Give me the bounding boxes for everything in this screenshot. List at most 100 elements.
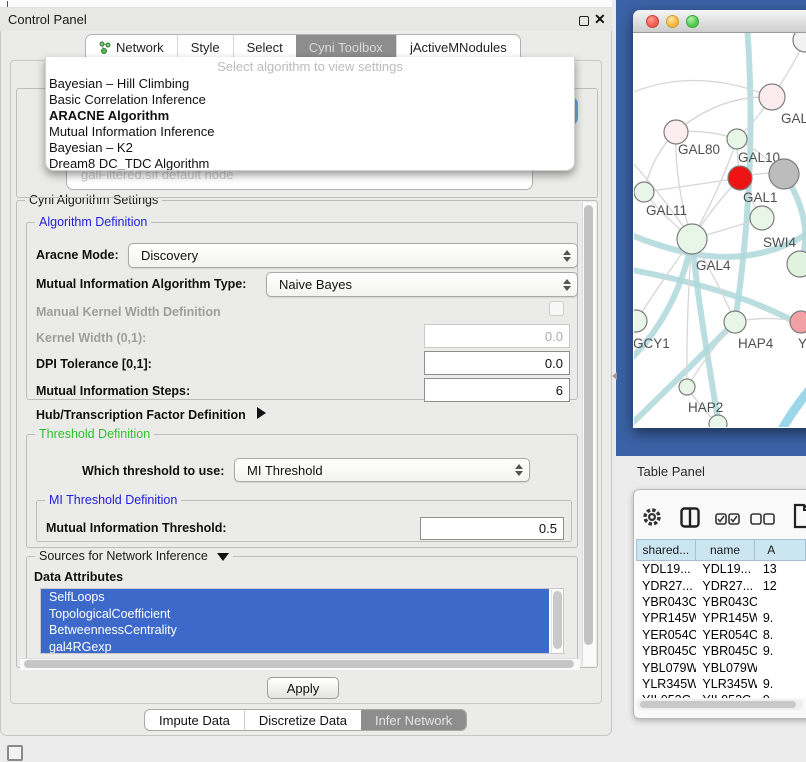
deselect-all-icon[interactable] <box>750 513 776 526</box>
table-row[interactable]: YER054CYER054C8. <box>636 627 806 643</box>
zoom-traffic-light[interactable] <box>686 15 699 28</box>
tab-impute-data[interactable]: Impute Data <box>145 710 244 730</box>
attributes-scrollbar-thumb[interactable] <box>553 591 562 649</box>
algorithm-option[interactable]: ARACNE Algorithm <box>46 108 574 124</box>
network-node[interactable] <box>634 182 654 202</box>
attribute-list-item[interactable]: SelfLoops <box>41 589 549 606</box>
tab-cyni-toolbox[interactable]: Cyni Toolbox <box>296 35 396 59</box>
tab-jactivemnodules[interactable]: jActiveMNodules <box>396 35 520 59</box>
table-row[interactable]: YPR145WYPR145W9. <box>636 610 806 626</box>
network-edge[interactable] <box>780 365 806 427</box>
close-icon[interactable]: ✕ <box>594 11 606 28</box>
node-label: GCY1 <box>634 336 670 351</box>
mi-threshold-label: Mutual Information Threshold: <box>46 521 227 535</box>
network-node[interactable] <box>709 415 727 427</box>
network-node[interactable] <box>790 311 806 333</box>
sources-collapse-toggle[interactable]: Sources for Network Inference <box>35 549 233 563</box>
mi-threshold-field[interactable]: 0.5 <box>420 517 564 540</box>
table-cell: YLR345W <box>636 677 696 691</box>
network-node[interactable] <box>787 251 806 277</box>
network-node[interactable] <box>759 84 785 110</box>
network-node[interactable] <box>727 129 747 149</box>
tab-select-label: Select <box>247 40 283 55</box>
network-node[interactable] <box>664 120 688 144</box>
column-view-icon[interactable] <box>680 507 700 528</box>
algorithm-option[interactable]: Basic Correlation Inference <box>46 92 574 108</box>
gear-icon[interactable] <box>641 506 663 528</box>
settings-hscrollbar-thumb[interactable] <box>24 660 574 668</box>
table-row[interactable]: YBR045CYBR045C9. <box>636 643 806 659</box>
table-cell: 9. <box>757 677 806 691</box>
algorithm-definition-title: Algorithm Definition <box>35 215 151 229</box>
settings-vscrollbar-thumb[interactable] <box>584 205 593 645</box>
algorithm-option-list: Bayesian – Hill ClimbingBasic Correlatio… <box>46 76 574 171</box>
attribute-list-item[interactable]: gal4RGexp <box>41 639 549 655</box>
network-node[interactable] <box>677 224 707 254</box>
tab-infer-network[interactable]: Infer Network <box>361 710 466 730</box>
manual-kernel-label: Manual Kernel Width Definition <box>36 305 221 319</box>
splitter-collapse-icon[interactable] <box>612 372 617 380</box>
tab-discretize-data[interactable]: Discretize Data <box>244 710 361 730</box>
select-all-icon[interactable] <box>715 513 741 526</box>
apply-button[interactable]: Apply <box>267 677 339 699</box>
kernel-width-value: 0.0 <box>545 329 563 344</box>
mi-type-value: Naive Bayes <box>279 277 352 292</box>
hub-definition-expander[interactable]: Hub/Transcription Factor Definition <box>36 407 266 422</box>
kernel-width-label: Kernel Width (0,1): <box>36 331 146 345</box>
tab-network[interactable]: Network <box>86 35 177 59</box>
network-node[interactable] <box>769 159 799 189</box>
kernel-width-field[interactable]: 0.0 <box>424 324 570 348</box>
file-icon[interactable] <box>793 503 806 529</box>
network-edge[interactable] <box>644 178 740 192</box>
node-label: GAL4 <box>696 258 731 273</box>
tab-network-label: Network <box>116 40 164 55</box>
mi-steps-value: 6 <box>556 383 563 398</box>
column-header-name[interactable]: name <box>696 539 756 561</box>
aracne-mode-combobox[interactable]: Discovery <box>128 243 578 268</box>
algorithm-option[interactable]: Dream8 DC_TDC Algorithm <box>46 156 574 171</box>
network-canvas[interactable]: GAL7GAL80GAL10GAL1GAL11GAL4SWI4GCY1HAP4Y… <box>634 33 806 427</box>
attribute-list-item[interactable]: BetweennessCentrality <box>41 622 549 639</box>
mi-steps-field[interactable]: 6 <box>424 378 570 402</box>
close-traffic-light[interactable] <box>646 15 659 28</box>
dpi-tolerance-field[interactable]: 0.0 <box>424 351 570 375</box>
attribute-list-item[interactable]: TopologicalCoefficient <box>41 606 549 623</box>
algorithm-option[interactable]: Bayesian – K2 <box>46 140 574 156</box>
spinner-arrows-icon <box>515 464 523 476</box>
sources-title: Sources for Network Inference <box>39 549 208 563</box>
tab-style[interactable]: Style <box>177 35 233 59</box>
mi-type-combobox[interactable]: Naive Bayes <box>266 272 578 297</box>
table-row[interactable]: YBL079WYBL079W <box>636 659 806 675</box>
network-node[interactable] <box>728 166 752 190</box>
column-header-shared-name[interactable]: shared... <box>636 539 696 561</box>
table-row[interactable]: YDR27...YDR27...12 <box>636 577 806 593</box>
minimize-traffic-light[interactable] <box>666 15 679 28</box>
algorithm-option[interactable]: Mutual Information Inference <box>46 124 574 140</box>
spinner-arrows-icon <box>563 279 571 291</box>
network-node[interactable] <box>679 379 695 395</box>
table-hscrollbar-thumb[interactable] <box>640 701 796 708</box>
table-row[interactable]: YIL052CYIL052C9 <box>636 692 806 698</box>
network-node[interactable] <box>724 311 746 333</box>
table-row[interactable]: YBR043CYBR043C <box>636 594 806 610</box>
network-icon <box>99 41 111 54</box>
network-edge[interactable] <box>676 97 772 132</box>
column-header-partial[interactable]: A <box>755 539 806 561</box>
table-row[interactable]: YLR345WYLR345W9. <box>636 676 806 692</box>
threshold-definition-title: Threshold Definition <box>35 427 154 441</box>
network-node[interactable] <box>634 310 647 332</box>
spinner-arrows-icon <box>563 250 571 262</box>
dpi-tolerance-value: 0.0 <box>545 356 563 371</box>
network-nodes: GAL7GAL80GAL10GAL1GAL11GAL4SWI4GCY1HAP4Y… <box>634 33 806 427</box>
network-node[interactable] <box>793 33 806 52</box>
manual-kernel-checkbox[interactable] <box>549 301 564 316</box>
minimized-panel-icon[interactable] <box>7 745 23 761</box>
control-panel-title: Control Panel <box>8 12 87 27</box>
table-row[interactable]: YDL19...YDL19...13 <box>636 561 806 577</box>
which-threshold-combobox[interactable]: MI Threshold <box>234 458 530 482</box>
control-panel-titlebar[interactable] <box>0 8 612 31</box>
tab-select[interactable]: Select <box>233 35 296 59</box>
float-window-icon[interactable] <box>579 16 589 26</box>
algorithm-option[interactable]: Bayesian – Hill Climbing <box>46 76 574 92</box>
network-node[interactable] <box>750 206 774 230</box>
